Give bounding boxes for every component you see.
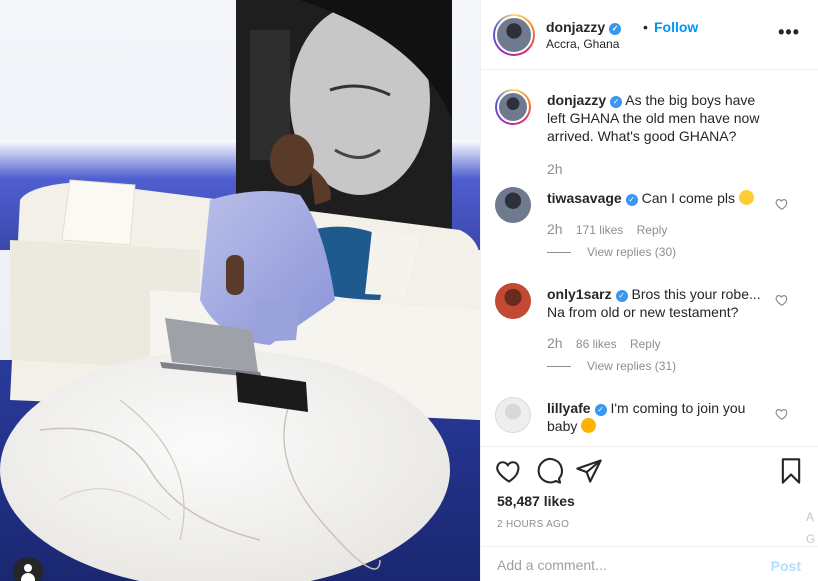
heart-icon[interactable]	[495, 457, 523, 485]
author-avatar[interactable]	[495, 89, 531, 125]
comment-text: lillyafe ✓ I'm coming to join you baby	[547, 400, 746, 434]
post-location[interactable]: Accra, Ghana	[546, 37, 619, 51]
view-replies-button[interactable]: View replies (30)	[547, 245, 676, 259]
commenter-username[interactable]: tiwasavage	[547, 190, 622, 206]
commenter-avatar[interactable]	[495, 397, 531, 433]
caption-text: donjazzy ✓ As the big boys have left GHAN…	[547, 92, 760, 144]
comment-meta: 2h 86 likes Reply	[547, 335, 661, 351]
share-icon[interactable]	[575, 457, 603, 485]
post-photo[interactable]	[0, 0, 480, 581]
add-comment-input[interactable]	[497, 557, 747, 573]
like-comment-heart-icon[interactable]	[775, 197, 789, 211]
commenter-username[interactable]: only1sarz	[547, 286, 612, 302]
comment-likes[interactable]: 86 likes	[576, 337, 617, 351]
verified-badge-icon: ✓	[615, 290, 628, 302]
like-count[interactable]: 58,487 likes	[497, 493, 575, 509]
view-replies-button[interactable]: View replies (31)	[547, 359, 676, 373]
like-comment-heart-icon[interactable]	[775, 293, 789, 307]
bookmark-icon[interactable]	[777, 457, 805, 485]
post-timestamp[interactable]: 2 HOURS AGO	[497, 519, 569, 530]
like-comment-heart-icon[interactable]	[775, 407, 789, 421]
comment-meta: 2h 171 likes Reply	[547, 221, 668, 237]
post-actions: 58,487 likes 2 HOURS AGO	[481, 446, 818, 536]
caption-username[interactable]: donjazzy	[547, 92, 606, 108]
tagged-users-button[interactable]	[13, 557, 43, 581]
reply-button[interactable]: Reply	[637, 223, 668, 237]
verified-badge-icon: ✓	[625, 194, 638, 206]
author-username[interactable]: donjazzy ✓	[546, 19, 622, 35]
post-header: donjazzy ✓ • Follow Accra, Ghana •••	[481, 0, 818, 70]
more-options-icon[interactable]: •••	[778, 22, 800, 43]
caption-meta: 2h	[547, 161, 573, 177]
user-tag-icon	[24, 564, 32, 572]
dot-separator: •	[643, 19, 648, 35]
edge-ghost-text: A G	[806, 510, 816, 546]
heart-eyes-emoji-icon	[581, 418, 597, 433]
verified-badge-icon: ✓	[610, 96, 623, 108]
verified-badge-icon: ✓	[594, 404, 607, 416]
comment-likes[interactable]: 171 likes	[576, 223, 623, 237]
comments-list[interactable]: donjazzy ✓ As the big boys have left GHAN…	[481, 71, 818, 446]
commenter-avatar[interactable]	[495, 283, 531, 319]
follow-button[interactable]: Follow	[654, 19, 698, 35]
commenter-username[interactable]: lillyafe	[547, 400, 591, 416]
sad-face-emoji-icon	[738, 190, 754, 205]
commenter-avatar[interactable]	[495, 187, 531, 223]
post-comment-button[interactable]: Post	[771, 558, 801, 574]
comment-text: tiwasavage ✓ Can I come pls	[547, 189, 769, 207]
comment-icon[interactable]	[535, 457, 563, 485]
caption-time[interactable]: 2h	[547, 161, 563, 177]
verified-badge-icon: ✓	[609, 23, 622, 35]
author-avatar[interactable]	[493, 14, 535, 56]
comment-text: only1sarz ✓ Bros this your robe... Na fro…	[547, 286, 761, 320]
post-image	[0, 0, 480, 581]
reply-button[interactable]: Reply	[630, 337, 661, 351]
post-side-panel: donjazzy ✓ • Follow Accra, Ghana ••• donj…	[480, 0, 818, 581]
add-comment-bar: Post	[481, 546, 818, 581]
